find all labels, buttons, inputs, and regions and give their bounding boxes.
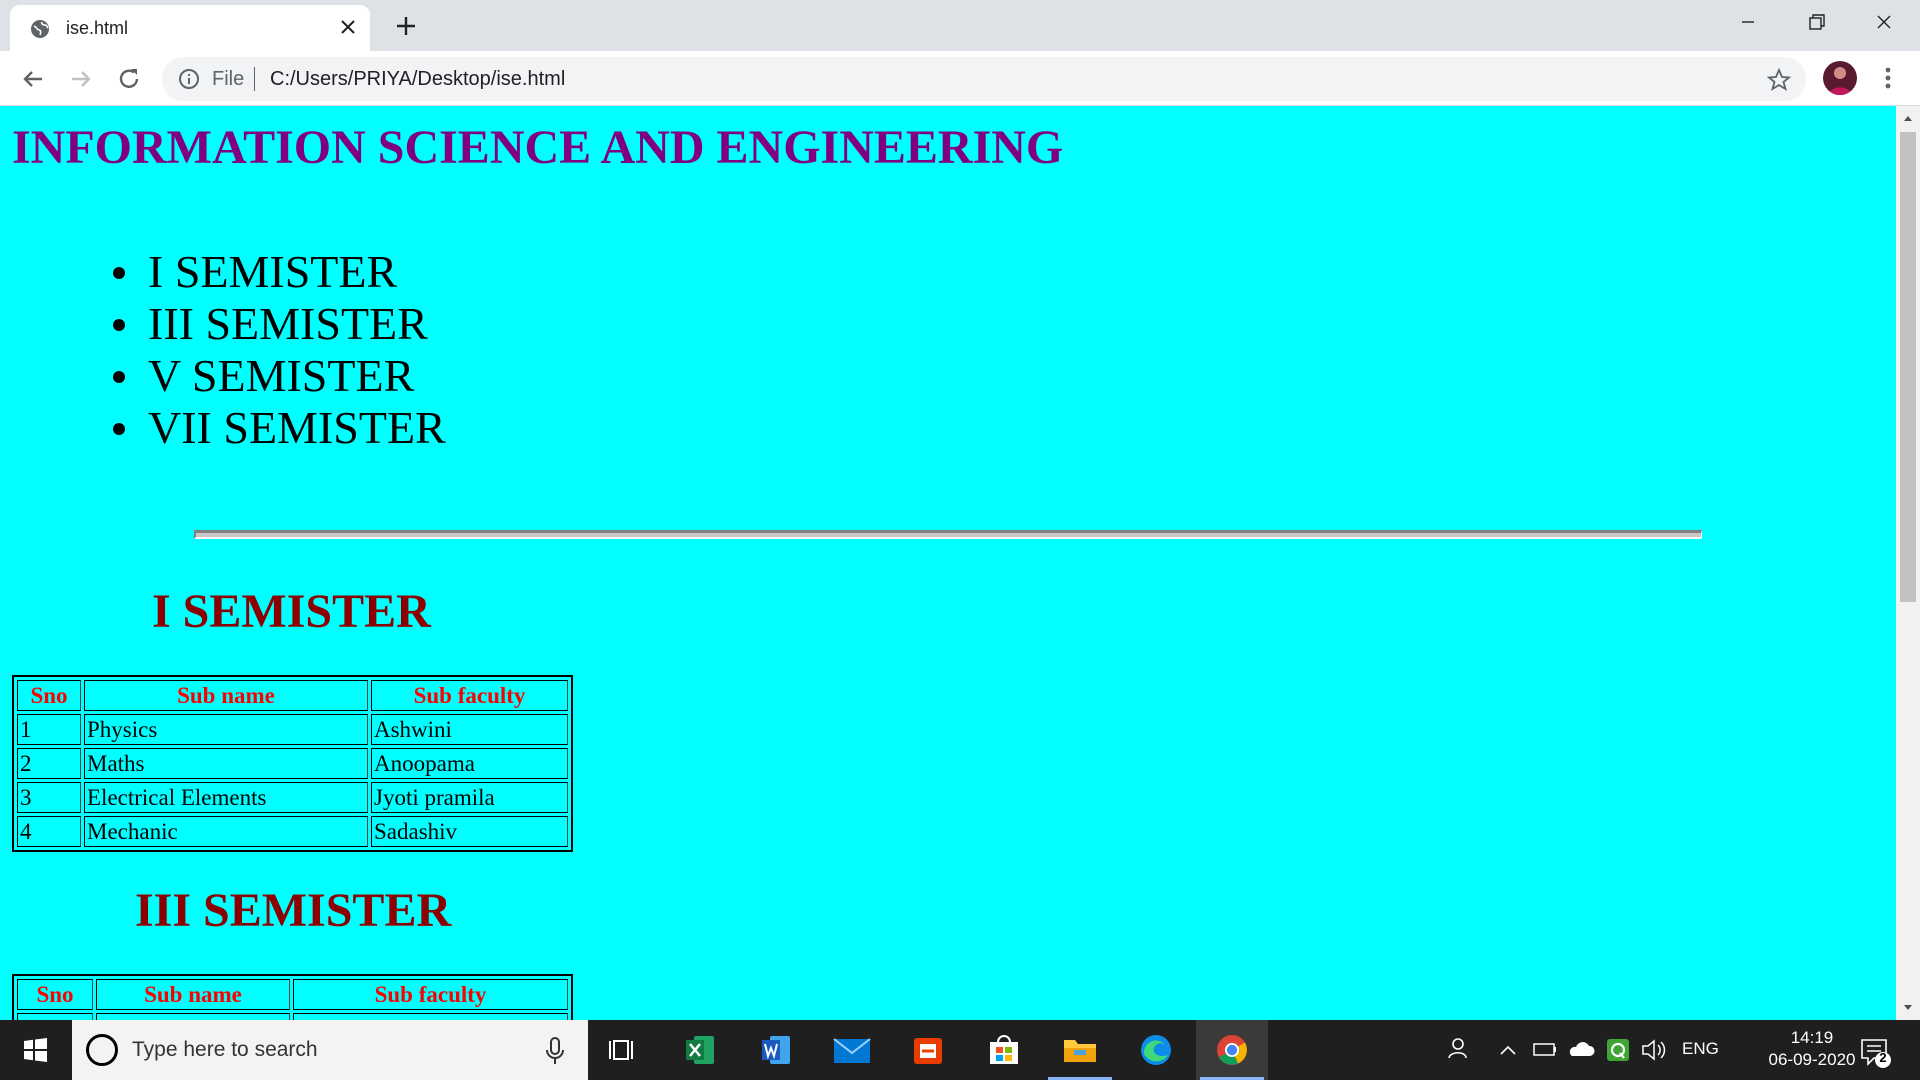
more-menu-icon[interactable] — [1878, 63, 1898, 93]
scrollbar-thumb[interactable] — [1900, 132, 1916, 602]
table-cell: Jyoti pramila — [371, 782, 568, 813]
table-cell: Sadashiv — [371, 816, 568, 847]
table-cell: 3 — [17, 782, 81, 813]
notification-icon — [1861, 1039, 1891, 1068]
chrome-button[interactable] — [1196, 1020, 1268, 1080]
semester-list: I SEMISTER III SEMISTER V SEMISTER VII S… — [0, 246, 446, 454]
excel-icon[interactable] — [664, 1020, 736, 1080]
table-cell: Electrical Elements — [84, 782, 368, 813]
list-item: VII SEMISTER — [0, 402, 446, 454]
column-header-sno: Sno — [17, 680, 81, 711]
column-header-sno: Sno — [17, 979, 93, 1010]
section-heading: III SEMISTER — [135, 884, 452, 937]
profile-avatar[interactable] — [1823, 61, 1857, 95]
browser-tab[interactable]: ise.html — [10, 5, 370, 51]
forward-arrow-icon[interactable] — [66, 64, 96, 94]
page-viewport: INFORMATION SCIENCE AND ENGINEERING I SE… — [0, 106, 1896, 1020]
table-cell — [293, 1013, 568, 1020]
column-header-sub-name: Sub name — [84, 680, 368, 711]
list-item: V SEMISTER — [0, 350, 446, 402]
table-cell: Physics — [84, 714, 368, 745]
address-bar[interactable]: File C:/Users/PRIYA/Desktop/ise.html — [162, 57, 1806, 101]
onedrive-cloud-icon[interactable] — [1566, 1020, 1596, 1080]
people-icon[interactable] — [1444, 1020, 1470, 1080]
reload-icon[interactable] — [114, 64, 144, 94]
table-cell — [17, 1013, 93, 1020]
table-cell: 4 — [17, 816, 81, 847]
subject-table: Sno Sub name Sub faculty 1 Physics Ashwi… — [12, 675, 573, 852]
restore-icon[interactable] — [1796, 8, 1836, 38]
info-icon[interactable] — [178, 68, 200, 90]
table-row: 3 Electrical Elements Jyoti pramila — [17, 782, 568, 813]
table-header-row: Sno Sub name Sub faculty — [17, 680, 568, 711]
taskbar: Type here to search ENG 14:19 06-09-2020… — [0, 1020, 1920, 1080]
table-cell: Maths — [84, 748, 368, 779]
avatar-image-icon — [1829, 67, 1851, 95]
list-item: I SEMISTER — [0, 246, 446, 298]
scroll-down-icon[interactable] — [1902, 1002, 1914, 1014]
task-view-icon[interactable] — [588, 1020, 660, 1080]
column-header-sub-name: Sub name — [96, 979, 290, 1010]
action-center-button[interactable]: 2 — [1852, 1032, 1896, 1072]
store-icon[interactable] — [968, 1020, 1040, 1080]
search-placeholder: Type here to search — [132, 1038, 318, 1061]
url-text[interactable]: C:/Users/PRIYA/Desktop/ise.html — [270, 68, 565, 91]
tab-title: ise.html — [66, 18, 129, 38]
chrome-icon — [1217, 1035, 1247, 1065]
table-cell: 1 — [17, 714, 81, 745]
microphone-icon[interactable] — [544, 1036, 566, 1066]
notification-count: 2 — [1879, 1050, 1887, 1065]
back-arrow-icon[interactable] — [18, 64, 48, 94]
close-window-icon[interactable] — [1864, 8, 1904, 38]
edge-icon[interactable] — [1120, 1020, 1192, 1080]
qbittorrent-icon[interactable] — [1606, 1020, 1630, 1080]
mail-icon[interactable] — [816, 1020, 888, 1080]
bookmark-star-icon[interactable] — [1766, 67, 1792, 93]
table-row: 1 Physics Ashwini — [17, 714, 568, 745]
table-cell: 2 — [17, 748, 81, 779]
office-icon[interactable] — [892, 1020, 964, 1080]
windows-start-icon[interactable] — [0, 1020, 72, 1080]
cortana-icon — [86, 1034, 118, 1066]
table-row: 2 Maths Anoopama — [17, 748, 568, 779]
table-row — [17, 1013, 568, 1020]
browser-tab-strip: ise.html — [0, 0, 1920, 51]
folder-icon — [1064, 1040, 1096, 1062]
speaker-icon[interactable] — [1640, 1020, 1668, 1080]
page-title: INFORMATION SCIENCE AND ENGINEERING — [12, 121, 1064, 174]
taskbar-search-box[interactable]: Type here to search — [72, 1020, 588, 1080]
table-row: 4 Mechanic Sadashiv — [17, 816, 568, 847]
column-header-sub-faculty: Sub faculty — [293, 979, 568, 1010]
chevron-up-icon[interactable] — [1498, 1020, 1518, 1080]
language-indicator[interactable]: ENG — [1682, 1039, 1719, 1080]
close-tab-icon[interactable] — [336, 15, 360, 39]
vertical-scrollbar[interactable] — [1896, 106, 1920, 1020]
address-separator — [254, 67, 255, 91]
url-scheme-label: File — [212, 68, 245, 90]
list-item: III SEMISTER — [0, 298, 446, 350]
browser-toolbar: File C:/Users/PRIYA/Desktop/ise.html — [0, 51, 1920, 106]
table-cell — [96, 1013, 290, 1020]
table-cell: Mechanic — [84, 816, 368, 847]
minimize-icon[interactable] — [1728, 8, 1768, 38]
scroll-up-icon[interactable] — [1902, 112, 1914, 124]
table-header-row: Sno Sub name Sub faculty — [17, 979, 568, 1010]
horizontal-rule — [194, 530, 1702, 539]
new-tab-icon[interactable] — [392, 12, 420, 40]
column-header-sub-faculty: Sub faculty — [371, 680, 568, 711]
globe-icon — [31, 20, 49, 38]
subject-table: Sno Sub name Sub faculty — [12, 974, 573, 1020]
section-heading: I SEMISTER — [152, 585, 431, 638]
table-cell: Ashwini — [371, 714, 568, 745]
table-cell: Anoopama — [371, 748, 568, 779]
battery-icon[interactable] — [1532, 1020, 1558, 1080]
file-explorer-button[interactable] — [1044, 1020, 1116, 1080]
word-icon[interactable] — [740, 1020, 812, 1080]
